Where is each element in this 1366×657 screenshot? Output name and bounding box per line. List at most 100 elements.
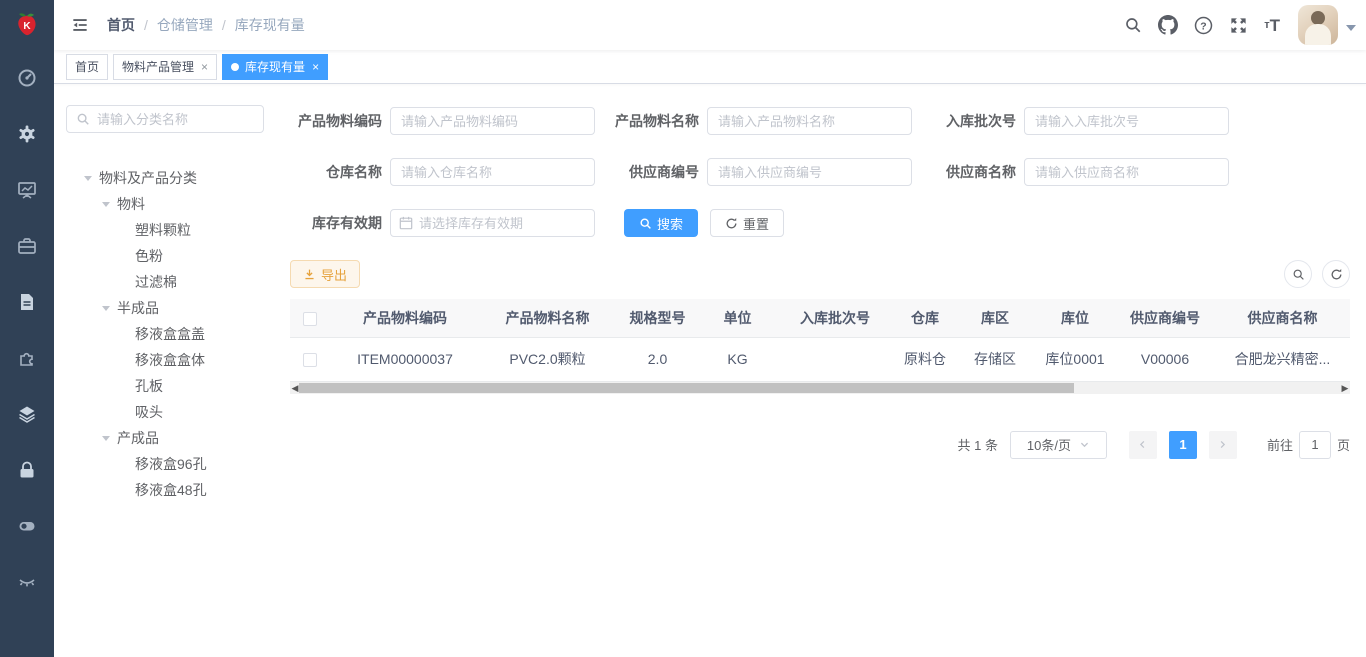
col-item-name: 产品物料名称 bbox=[480, 299, 615, 337]
page-size-select[interactable]: 10条/页 bbox=[1010, 431, 1107, 459]
inventory-table: 产品物料编码 产品物料名称 规格型号 单位 入库批次号 仓库 库区 库位 供应商… bbox=[290, 299, 1350, 382]
sidebar-item-monitor[interactable] bbox=[0, 180, 54, 200]
field-supplier-code: 供应商编号 bbox=[607, 158, 912, 186]
item-code-input[interactable] bbox=[390, 107, 595, 135]
header-select-all bbox=[290, 299, 330, 337]
dashboard-icon bbox=[17, 68, 37, 88]
sidebar-toggle-button[interactable] bbox=[54, 15, 105, 35]
tree-node-plastic-pellet[interactable]: 塑料颗粒 bbox=[66, 217, 290, 243]
reset-button-label: 重置 bbox=[743, 214, 769, 233]
refresh-icon bbox=[725, 217, 738, 230]
app-logo[interactable]: K bbox=[0, 0, 54, 50]
sidebar-item-settings[interactable] bbox=[0, 124, 54, 144]
reset-button[interactable]: 重置 bbox=[710, 209, 784, 237]
caret-down-icon[interactable] bbox=[84, 176, 92, 185]
page-number-button[interactable]: 1 bbox=[1169, 431, 1197, 459]
sidebar-item-documents[interactable] bbox=[0, 292, 54, 312]
supplier-name-input[interactable] bbox=[1024, 158, 1229, 186]
tree-node-label: 色粉 bbox=[135, 246, 163, 266]
item-name-input[interactable] bbox=[707, 107, 912, 135]
menu-fold-icon bbox=[70, 15, 90, 35]
tree-node-material[interactable]: 物料 bbox=[66, 191, 290, 217]
goto-page-input[interactable] bbox=[1299, 431, 1331, 459]
tree-node-semi-finished[interactable]: 半成品 bbox=[66, 295, 290, 321]
sidebar-item-rest[interactable] bbox=[0, 572, 54, 592]
tree-node-pigment[interactable]: 色粉 bbox=[66, 243, 290, 269]
tree-node-box-48[interactable]: 移液盒48孔 bbox=[66, 477, 290, 503]
refresh-table-button[interactable] bbox=[1322, 260, 1350, 288]
caret-down-icon[interactable] bbox=[102, 202, 110, 211]
field-label: 供应商编号 bbox=[607, 162, 707, 182]
cell-zone: 存储区 bbox=[955, 337, 1035, 381]
caret-down-icon[interactable] bbox=[102, 306, 110, 315]
toggle-icon bbox=[17, 516, 37, 536]
field-label: 入库批次号 bbox=[924, 111, 1024, 131]
tree-node-tip[interactable]: 吸头 bbox=[66, 399, 290, 425]
sidebar-item-layers[interactable] bbox=[0, 404, 54, 424]
breadcrumb-home[interactable]: 首页 bbox=[107, 15, 135, 35]
field-label: 产品物料编码 bbox=[290, 111, 390, 131]
sidebar-item-switch[interactable] bbox=[0, 516, 54, 536]
warehouse-name-input[interactable] bbox=[390, 158, 595, 186]
toggle-search-button[interactable] bbox=[1284, 260, 1312, 288]
search-icon bbox=[1292, 268, 1305, 281]
top-navbar: 首页 / 仓储管理 / 库存现有量 ? bbox=[54, 0, 1366, 50]
field-label: 产品物料名称 bbox=[607, 111, 707, 131]
col-zone: 库区 bbox=[955, 299, 1035, 337]
puzzle-icon bbox=[17, 348, 37, 368]
header-search-button[interactable] bbox=[1124, 16, 1142, 34]
user-avatar[interactable] bbox=[1298, 5, 1338, 45]
docs-help-button[interactable]: ? bbox=[1194, 16, 1213, 35]
tree-node-finished[interactable]: 产成品 bbox=[66, 425, 290, 451]
field-item-code: 产品物料编码 bbox=[290, 107, 595, 135]
user-menu-caret-icon[interactable] bbox=[1346, 25, 1356, 36]
fullscreen-button[interactable] bbox=[1229, 16, 1248, 35]
sidebar-item-permissions[interactable] bbox=[0, 460, 54, 480]
category-search-input[interactable] bbox=[97, 112, 254, 127]
field-warehouse-name: 仓库名称 bbox=[290, 158, 595, 186]
table-setting-tools bbox=[1274, 260, 1350, 288]
sidebar-item-plugins[interactable] bbox=[0, 348, 54, 368]
expiry-date-picker[interactable] bbox=[390, 209, 595, 237]
export-button[interactable]: 导出 bbox=[290, 260, 360, 288]
tree-node-label: 移液盒盒体 bbox=[135, 350, 205, 370]
tab-material-product[interactable]: 物料产品管理 × bbox=[113, 54, 217, 80]
tree-node-filter-cotton[interactable]: 过滤棉 bbox=[66, 269, 290, 295]
row-checkbox[interactable] bbox=[303, 353, 317, 367]
cell-batch-no bbox=[775, 337, 895, 381]
select-all-checkbox[interactable] bbox=[303, 312, 317, 326]
github-link-button[interactable] bbox=[1158, 15, 1178, 35]
caret-down-icon[interactable] bbox=[102, 436, 110, 445]
filter-row-2: 仓库名称 供应商编号 供应商名称 bbox=[290, 158, 1350, 186]
batch-no-input[interactable] bbox=[1024, 107, 1229, 135]
tab-inventory-on-hand[interactable]: 库存现有量 × bbox=[222, 54, 328, 80]
breadcrumb-warehouse[interactable]: 仓储管理 bbox=[157, 15, 213, 35]
close-icon[interactable]: × bbox=[312, 61, 319, 73]
close-icon[interactable]: × bbox=[201, 61, 208, 73]
prev-page-button[interactable] bbox=[1129, 431, 1157, 459]
sidebar-item-dashboard[interactable] bbox=[0, 68, 54, 88]
tree-node-well-plate[interactable]: 孔板 bbox=[66, 373, 290, 399]
navbar-tools: ? тT bbox=[1108, 5, 1366, 45]
sidebar-item-workbench[interactable] bbox=[0, 236, 54, 256]
scroll-right-icon[interactable]: ▶ bbox=[1340, 382, 1350, 394]
tree-node-box-body[interactable]: 移液盒盒体 bbox=[66, 347, 290, 373]
expiry-date-input[interactable] bbox=[419, 216, 586, 231]
next-page-button[interactable] bbox=[1209, 431, 1237, 459]
tree-node-box-lid[interactable]: 移液盒盒盖 bbox=[66, 321, 290, 347]
scrollbar-thumb[interactable] bbox=[299, 383, 1074, 393]
tree-node-box-96[interactable]: 移液盒96孔 bbox=[66, 451, 290, 477]
cell-location: 库位0001 bbox=[1035, 337, 1115, 381]
tab-home[interactable]: 首页 bbox=[66, 54, 108, 80]
tree-node-label: 物料 bbox=[117, 194, 145, 214]
table-row: ITEM00000037 PVC2.0颗粒 2.0 KG 原料仓 存储区 库位0… bbox=[290, 337, 1350, 381]
font-size-button[interactable]: тT bbox=[1264, 17, 1280, 34]
goto-label: 前往 bbox=[1267, 435, 1293, 454]
page-unit-label: 页 bbox=[1337, 435, 1350, 454]
search-button[interactable]: 搜索 bbox=[624, 209, 698, 237]
tree-node-label: 产成品 bbox=[117, 428, 159, 448]
calendar-icon bbox=[399, 216, 413, 230]
question-circle-icon: ? bbox=[1194, 16, 1213, 35]
tree-node-root[interactable]: 物料及产品分类 bbox=[66, 165, 290, 191]
supplier-code-input[interactable] bbox=[707, 158, 912, 186]
